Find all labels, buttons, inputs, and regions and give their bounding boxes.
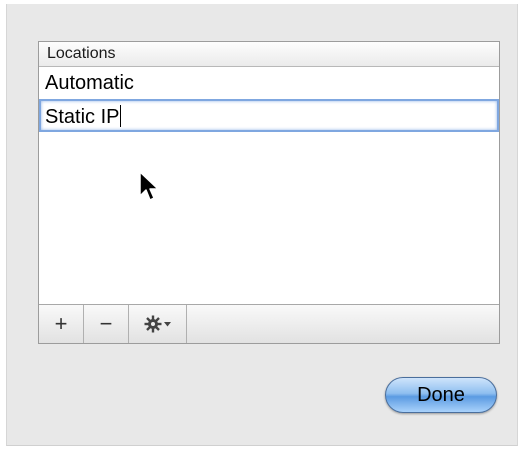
- location-row-automatic[interactable]: Automatic: [39, 67, 499, 99]
- plus-icon: +: [54, 311, 68, 336]
- chevron-down-icon: [164, 321, 171, 326]
- location-row-edit-field[interactable]: Static IP: [39, 99, 499, 132]
- done-button[interactable]: Done: [385, 377, 497, 413]
- remove-location-button[interactable]: −: [84, 305, 129, 343]
- mouse-pointer-icon: [139, 171, 159, 201]
- location-sheet: Locations Automatic Static IP + − Done: [6, 4, 518, 446]
- minus-icon: −: [99, 311, 113, 336]
- table-header-locations[interactable]: Locations: [39, 42, 499, 67]
- locations-table: Locations Automatic Static IP + −: [38, 41, 500, 344]
- location-name-input-text[interactable]: Static IP: [45, 106, 119, 128]
- add-location-button[interactable]: +: [39, 305, 84, 343]
- action-menu-button[interactable]: [129, 305, 187, 343]
- gear-icon: [144, 315, 162, 333]
- text-caret: [120, 105, 122, 127]
- table-toolbar: + −: [39, 304, 499, 343]
